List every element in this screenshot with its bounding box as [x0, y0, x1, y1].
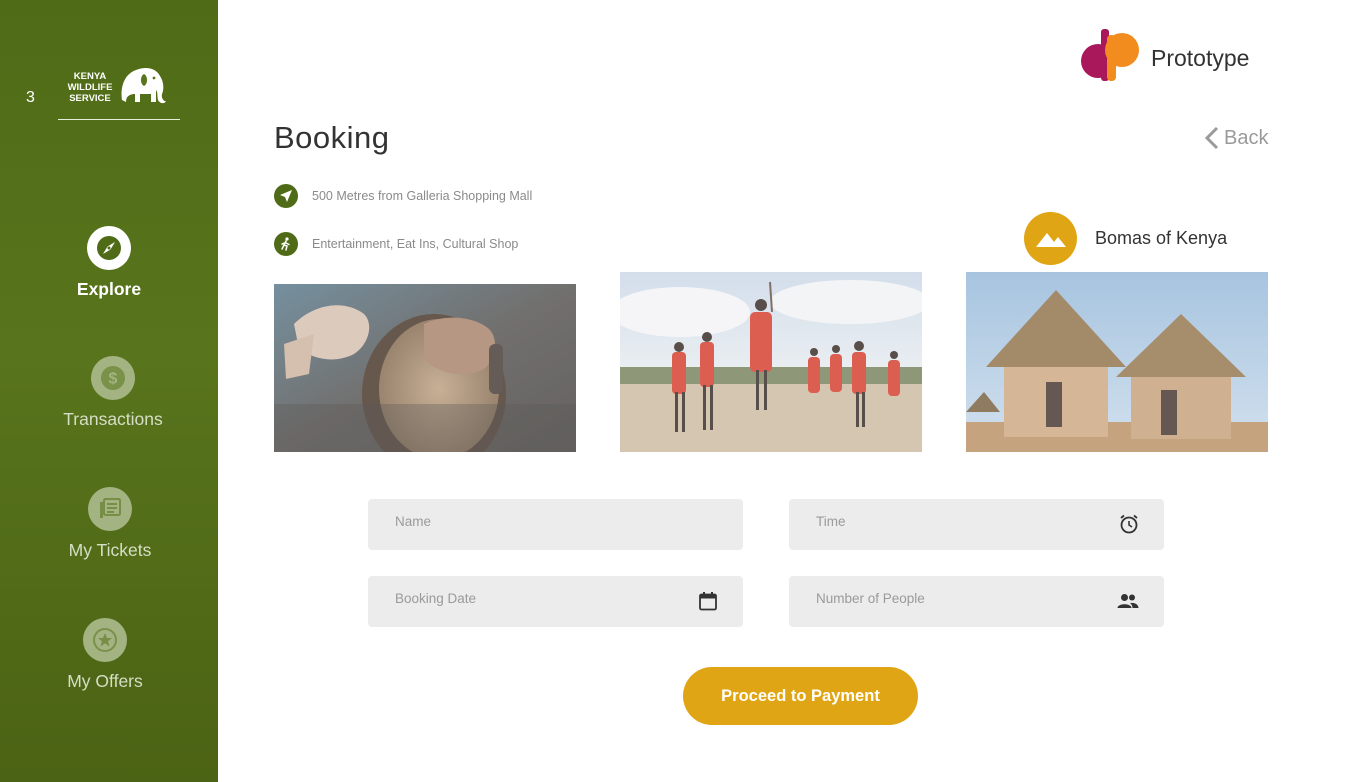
maasai-dancers-photo — [620, 272, 922, 452]
drummer-photo — [274, 284, 576, 452]
alarm-clock-icon[interactable] — [1118, 513, 1140, 535]
amenities-info: Entertainment, Eat Ins, Cultural Shop — [274, 232, 518, 256]
booking-date-field[interactable]: Booking Date — [368, 576, 743, 627]
sidebar-item-label: Transactions — [63, 409, 163, 429]
logo-line-1: KENYA — [73, 71, 107, 82]
kws-logo[interactable]: KENYA WILDLIFE SERVICE — [58, 64, 180, 120]
sidebar: 3 KENYA WILDLIFE SERVICE Explore $ Trans… — [0, 0, 218, 782]
number-of-people-field[interactable]: Number of People — [789, 576, 1164, 627]
svg-text:$: $ — [109, 371, 118, 388]
dollar-icon: $ — [101, 366, 125, 390]
sidebar-item-my-offers[interactable]: My Offers — [0, 618, 214, 692]
people-icon[interactable] — [1116, 590, 1140, 612]
location-info: 500 Metres from Galleria Shopping Mall — [274, 184, 532, 208]
time-placeholder: Time — [816, 514, 846, 529]
prototype-logo-icon — [1081, 29, 1139, 81]
calendar-icon[interactable] — [697, 590, 719, 612]
sidebar-badge-number: 3 — [26, 89, 35, 106]
number-of-people-placeholder: Number of People — [816, 591, 925, 606]
place-name: Bomas of Kenya — [1095, 228, 1228, 248]
chevron-left-icon — [1204, 126, 1219, 150]
sidebar-item-label: My Offers — [67, 671, 143, 691]
sidebar-item-transactions[interactable]: $ Transactions — [4, 356, 222, 430]
elephant-icon — [121, 68, 166, 104]
place-header: Bomas of Kenya — [1024, 212, 1227, 265]
time-field[interactable]: Time — [789, 499, 1164, 550]
location-text: 500 Metres from Galleria Shopping Mall — [312, 189, 533, 203]
navigation-arrow-icon — [274, 184, 298, 208]
logo-line-3: SERVICE — [69, 93, 111, 104]
prototype-brand: Prototype — [1080, 29, 1270, 83]
back-label: Back — [1224, 126, 1269, 149]
sidebar-item-my-tickets[interactable]: My Tickets — [1, 487, 219, 561]
thatched-huts-photo — [966, 272, 1268, 452]
sidebar-item-explore[interactable]: Explore — [0, 226, 218, 300]
mountain-icon — [1024, 212, 1077, 265]
sidebar-item-label: My Tickets — [68, 540, 152, 560]
name-placeholder: Name — [395, 514, 432, 529]
sidebar-item-label: Explore — [76, 279, 142, 299]
booking-date-placeholder: Booking Date — [395, 591, 477, 606]
proceed-to-payment-button[interactable]: Proceed to Payment — [683, 667, 918, 725]
compass-icon — [97, 236, 121, 260]
brand-name: Prototype — [1151, 45, 1250, 71]
ticket-icon — [100, 498, 121, 518]
star-icon — [93, 628, 117, 652]
name-field[interactable]: Name — [368, 499, 743, 550]
running-person-icon — [274, 232, 298, 256]
page-title: Booking — [274, 120, 390, 155]
amenities-text: Entertainment, Eat Ins, Cultural Shop — [312, 237, 519, 251]
logo-line-2: WILDLIFE — [67, 82, 113, 93]
back-button[interactable]: Back — [1204, 126, 1268, 150]
